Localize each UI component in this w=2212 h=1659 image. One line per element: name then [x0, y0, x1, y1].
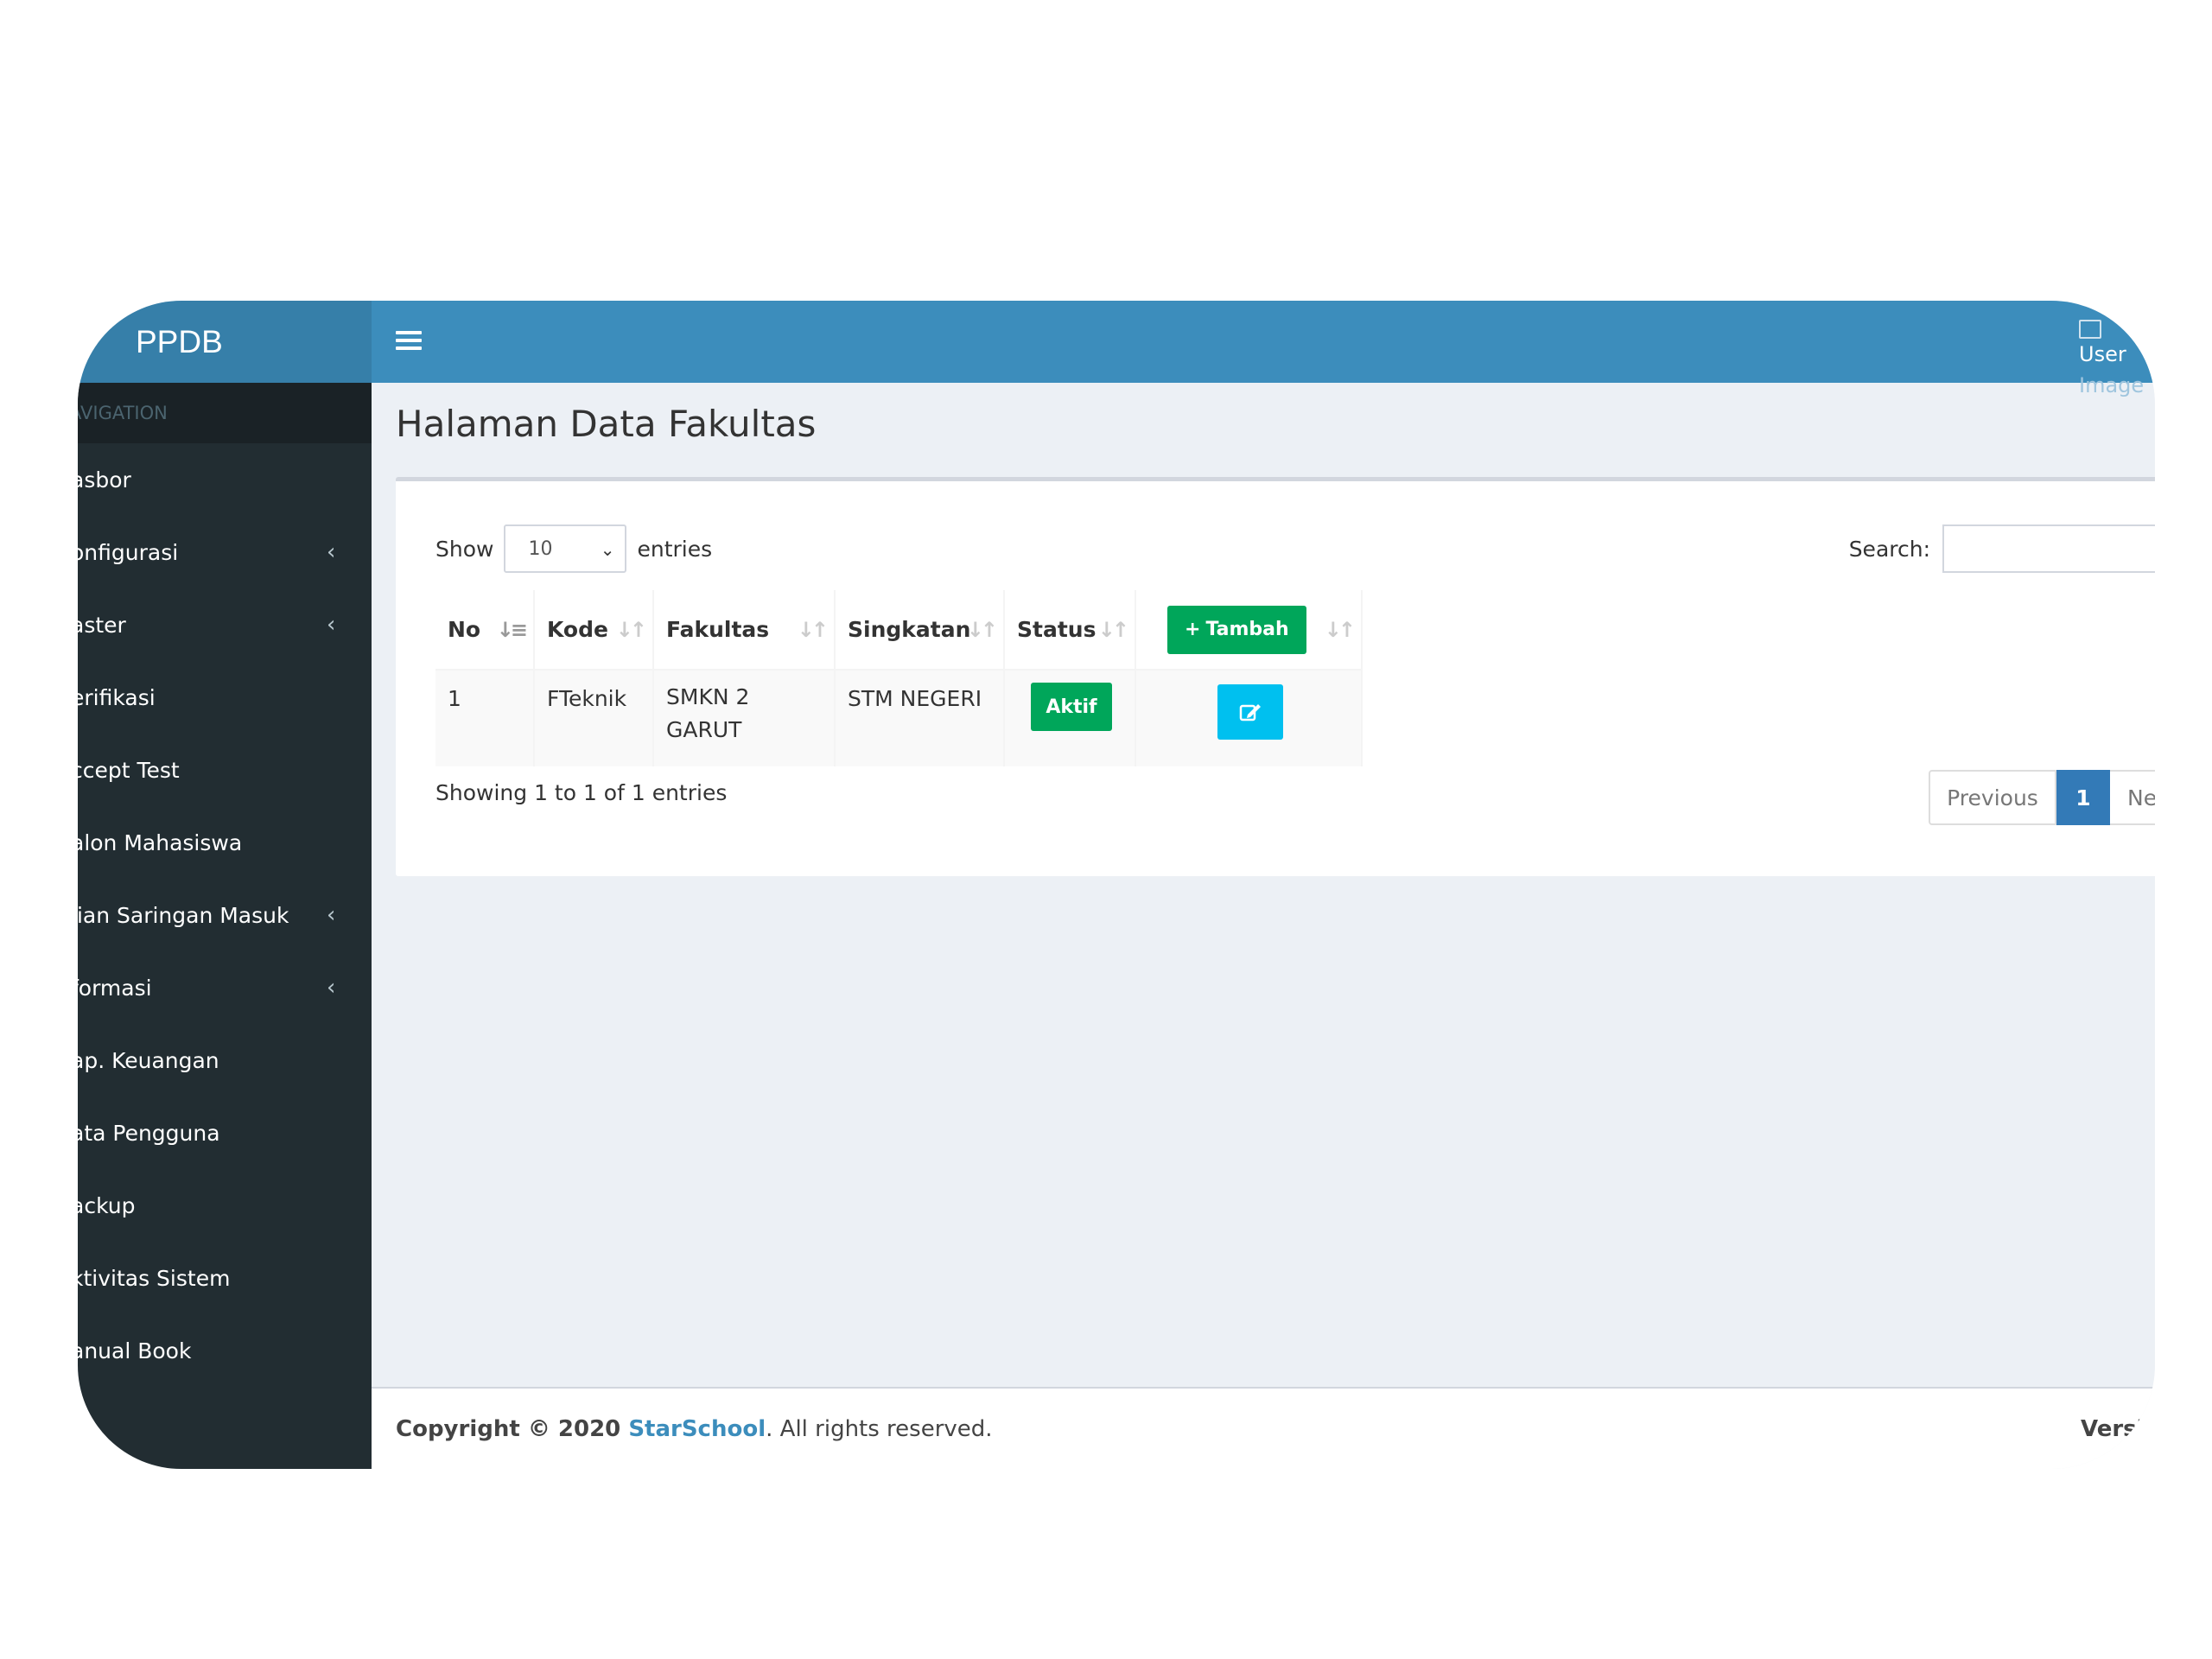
footer-rights: . All rights reserved. [766, 1415, 993, 1442]
footer-version: Version [2081, 1415, 2143, 1442]
cell-kode: FTeknik [534, 670, 654, 766]
sidebar-item-label: ktivitas Sistem [78, 1265, 231, 1291]
pagination-next[interactable]: Next [2110, 770, 2155, 825]
sidebar-item-label: jian Saringan Masuk [78, 902, 289, 928]
broken-image-icon [2079, 320, 2101, 339]
footer-copyright: Copyright © 2020 [396, 1415, 629, 1442]
app-logo-text: PPDB [136, 323, 223, 359]
user-image[interactable]: User Image [2079, 320, 2145, 401]
app-logo[interactable]: PPDB [78, 301, 372, 383]
sidebar-item[interactable]: onfigurasi ‹ [78, 516, 372, 588]
sidebar-item-label: ccept Test [78, 757, 180, 783]
sidebar-item[interactable]: ackup [78, 1169, 372, 1242]
footer-brand-link[interactable]: StarSchool [628, 1416, 766, 1442]
search-label: Search: [1848, 536, 1930, 562]
footer: Copyright © 2020 StarSchool . All rights… [372, 1387, 2155, 1469]
cell-singkatan: STM NEGERI [835, 670, 1005, 766]
table-row: 1 FTeknik SMKN 2 GARUT STM NEGERI Aktif [435, 670, 1363, 766]
sidebar-item-label: ap. Keuangan [78, 1047, 219, 1073]
chevron-left-icon: ‹ [327, 612, 336, 638]
edit-button[interactable] [1217, 684, 1283, 740]
sidebar-menu: asbor onfigurasi ‹ aster ‹ erifikasi ccept Tes… [78, 443, 372, 1387]
sidebar-item-label: aster [78, 612, 126, 638]
sidebar-item-label: ata Pengguna [78, 1120, 220, 1146]
sidebar-item-label: onfigurasi [78, 539, 179, 565]
chevron-down-icon: ⌄ [600, 539, 615, 560]
sidebar-item[interactable]: formasi ‹ [78, 951, 372, 1024]
fakultas-table: No ↓≡ Kode ↓↑ Fakultas ↓↑ Singkatan ↓↑ S… [435, 590, 1363, 766]
sort-icon: ↓↑ [966, 618, 998, 642]
entries-select-value: 10 [528, 537, 553, 560]
sidebar-item[interactable]: ccept Test [78, 734, 372, 806]
cell-action [1135, 670, 1363, 766]
entries-select[interactable]: 10 ⌄ [504, 524, 627, 573]
menu-toggle-icon[interactable] [396, 325, 422, 356]
entries-length-control: Show 10 ⌄ entries [435, 524, 712, 573]
cell-fakultas-line2: GARUT [666, 717, 742, 742]
pagination: Previous 1 Next [1929, 770, 2155, 825]
cell-fakultas-line1: SMKN 2 [666, 684, 750, 709]
sidebar-item[interactable]: ktivitas Sistem [78, 1242, 372, 1314]
sidebar-item-label: alon Mahasiswa [78, 830, 243, 855]
sidebar-item[interactable]: alon Mahasiswa [78, 806, 372, 879]
cell-status: Aktif [1004, 670, 1136, 766]
column-header-kode[interactable]: Kode ↓↑ [534, 590, 654, 671]
app-window: PPDB User Image AVIGATION asbor onfiguras… [78, 301, 2155, 1469]
add-fakultas-button[interactable]: + Tambah [1167, 605, 1306, 654]
user-image-alt-text: User [2079, 342, 2126, 366]
search-input[interactable] [1942, 524, 2155, 573]
add-button-label: Tambah [1205, 619, 1289, 640]
search-control: Search: [1849, 524, 2155, 573]
column-header-singkatan[interactable]: Singkatan ↓↑ [835, 590, 1005, 671]
sidebar: AVIGATION asbor onfigurasi ‹ aster ‹ erifikas… [78, 383, 372, 1469]
sort-asc-icon: ↓≡ [496, 618, 528, 642]
table-info: Showing 1 to 1 of 1 entries [435, 780, 728, 805]
column-header-status[interactable]: Status ↓↑ [1004, 590, 1136, 671]
sidebar-item[interactable]: jian Saringan Masuk ‹ [78, 879, 372, 951]
column-header-no[interactable]: No ↓≡ [435, 590, 535, 671]
sidebar-item-label: erifikasi [78, 684, 156, 710]
sidebar-item[interactable]: aster ‹ [78, 588, 372, 661]
edit-icon [1239, 704, 1261, 721]
chevron-left-icon: ‹ [327, 975, 336, 1001]
sidebar-item-label: ackup [78, 1192, 136, 1218]
plus-icon: + [1185, 619, 1201, 640]
sidebar-nav-header: AVIGATION [78, 383, 372, 443]
sidebar-item-label: asbor [78, 467, 131, 493]
column-header-fakultas[interactable]: Fakultas ↓↑ [653, 590, 836, 671]
user-image-alt-text-2: Image [2079, 373, 2145, 397]
data-table-box: Show 10 ⌄ entries Search: No ↓≡ Kode ↓↑ … [396, 477, 2155, 876]
pagination-page-1[interactable]: 1 [2056, 770, 2110, 825]
entries-label: entries [637, 536, 713, 562]
top-navbar: User Image [372, 301, 2155, 397]
sidebar-item[interactable]: ata Pengguna [78, 1096, 372, 1169]
table-header-row: No ↓≡ Kode ↓↑ Fakultas ↓↑ Singkatan ↓↑ S… [435, 590, 1363, 671]
cell-no: 1 [435, 670, 535, 766]
sort-icon: ↓↑ [615, 618, 647, 642]
sidebar-item[interactable]: anual Book [78, 1314, 372, 1387]
sort-icon: ↓↑ [797, 618, 829, 642]
sidebar-item-label: formasi [78, 975, 152, 1001]
chevron-left-icon: ‹ [327, 902, 336, 928]
status-badge: Aktif [1031, 683, 1112, 731]
column-header-action[interactable]: + Tambah ↓↑ [1135, 590, 1363, 671]
chevron-left-icon: ‹ [327, 539, 336, 565]
pagination-previous[interactable]: Previous [1929, 770, 2056, 825]
cell-fakultas: SMKN 2 GARUT [653, 670, 836, 766]
sidebar-item[interactable]: erifikasi [78, 661, 372, 734]
sidebar-item-label: anual Book [78, 1338, 192, 1363]
sort-icon: ↓↑ [1097, 618, 1129, 642]
page-title: Halaman Data Fakultas [396, 403, 817, 445]
show-label: Show [435, 536, 494, 562]
sidebar-item[interactable]: ap. Keuangan [78, 1024, 372, 1096]
sort-icon: ↓↑ [1324, 618, 1356, 642]
sidebar-item[interactable]: asbor [78, 443, 372, 516]
